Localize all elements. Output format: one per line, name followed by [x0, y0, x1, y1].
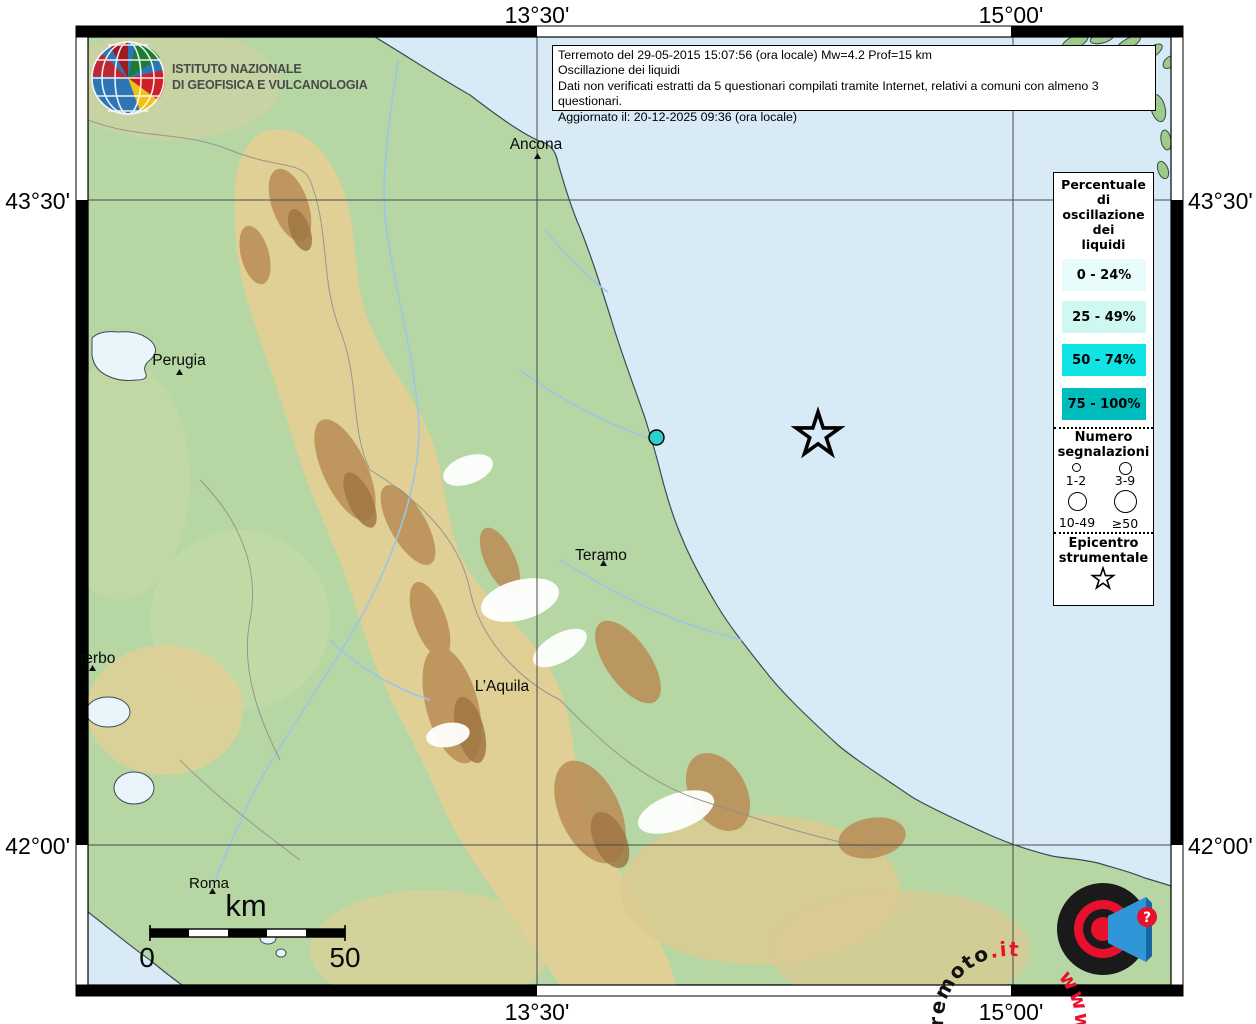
legend-epicenter-title-1: Epicentro [1068, 536, 1139, 551]
legend-epicenter-title-2: strumentale [1058, 551, 1149, 566]
legend-swatch-25-49: 25 - 49% [1062, 301, 1146, 333]
legend-epicenter-star-icon [1090, 566, 1116, 590]
felt-report-dot [648, 429, 665, 446]
city-label-teramo: Teramo [575, 547, 627, 564]
ingv-wordmark-line1: ISTITUTO NAZIONALE [172, 62, 302, 76]
event-data-note: Dati non verificati estratti da 5 questi… [558, 78, 1099, 109]
legend-panel: Percentuale di oscillazione dei liquidi … [1053, 172, 1154, 606]
axis-label-lon-right-top: 15°00' [978, 2, 1044, 28]
city-label-viterbo-clipped: terbo [80, 650, 116, 667]
legend-swatch-75-100: 75 - 100% [1062, 388, 1146, 420]
legend-counts-title-1: Numero [1074, 430, 1133, 445]
scalebar-end: 50 [329, 942, 361, 973]
legend-title-line: dei [1092, 222, 1115, 237]
city-label-ancona: Ancona [509, 136, 563, 153]
city-label-perugia: Perugia [152, 352, 206, 369]
axis-label-lat-bottom-left: 42°00' [5, 833, 70, 859]
legend-title: Percentuale di oscillazione dei liquidi [1054, 173, 1153, 252]
ingv-felt-report-map: { "title_box": { "line1": "Terremoto del… [0, 0, 1256, 1024]
legend-title-line: liquidi [1081, 237, 1126, 252]
legend-divider [1054, 532, 1153, 534]
legend-counts-title-2: segnalazioni [1057, 445, 1150, 460]
scalebar-unit: km [225, 888, 267, 923]
count-label-1-2: 1-2 [1065, 473, 1087, 488]
count-circle-1-2 [1072, 463, 1081, 472]
legend-title-line: di [1096, 192, 1111, 207]
count-label-50plus: ≥50 [1111, 516, 1139, 531]
axis-label-lat-bottom-right: 42°00' [1188, 833, 1253, 859]
scalebar-start: 0 [139, 942, 155, 973]
axis-label-lon-left-bottom: 13°30' [504, 999, 570, 1024]
ingv-wordmark-line2: DI GEOFISICA E VULCANOLOGIA [172, 78, 368, 92]
count-label-3-9: 3-9 [1114, 473, 1136, 488]
axis-label-lon-right-bottom: 15°00' [978, 999, 1044, 1024]
legend-swatch-0-24: 0 - 24% [1062, 259, 1146, 291]
legend-title-line: oscillazione [1062, 207, 1145, 222]
ingv-globe-icon [91, 41, 166, 115]
event-subtitle: Oscillazione dei liquidi [558, 63, 680, 78]
map-interior [88, 37, 1171, 985]
legend-title-line: Percentuale [1061, 177, 1146, 192]
legend-swatch-50-74: 50 - 74% [1062, 344, 1146, 376]
question-mark: ? [1143, 910, 1151, 926]
count-circle-10-49 [1068, 492, 1087, 511]
city-label-laquila: L’Aquila [474, 678, 530, 695]
count-circle-50plus [1114, 490, 1137, 513]
event-title: Terremoto del 29-05-2015 15:07:56 (ora l… [558, 48, 932, 62]
axis-label-lon-left-top: 13°30' [504, 2, 570, 28]
axis-label-lat-top-right: 43°30' [1188, 188, 1253, 214]
event-updated-at: Aggiornato il: 20-12-2025 09:36 (ora loc… [558, 109, 798, 124]
legend-divider [1054, 427, 1153, 429]
count-label-10-49: 10-49 [1058, 515, 1096, 530]
event-info-box: Terremoto del 29-05-2015 15:07:56 (ora l… [552, 45, 1156, 124]
axis-label-lat-top-left: 43°30' [5, 188, 70, 214]
url-tld: .it [987, 937, 1021, 963]
